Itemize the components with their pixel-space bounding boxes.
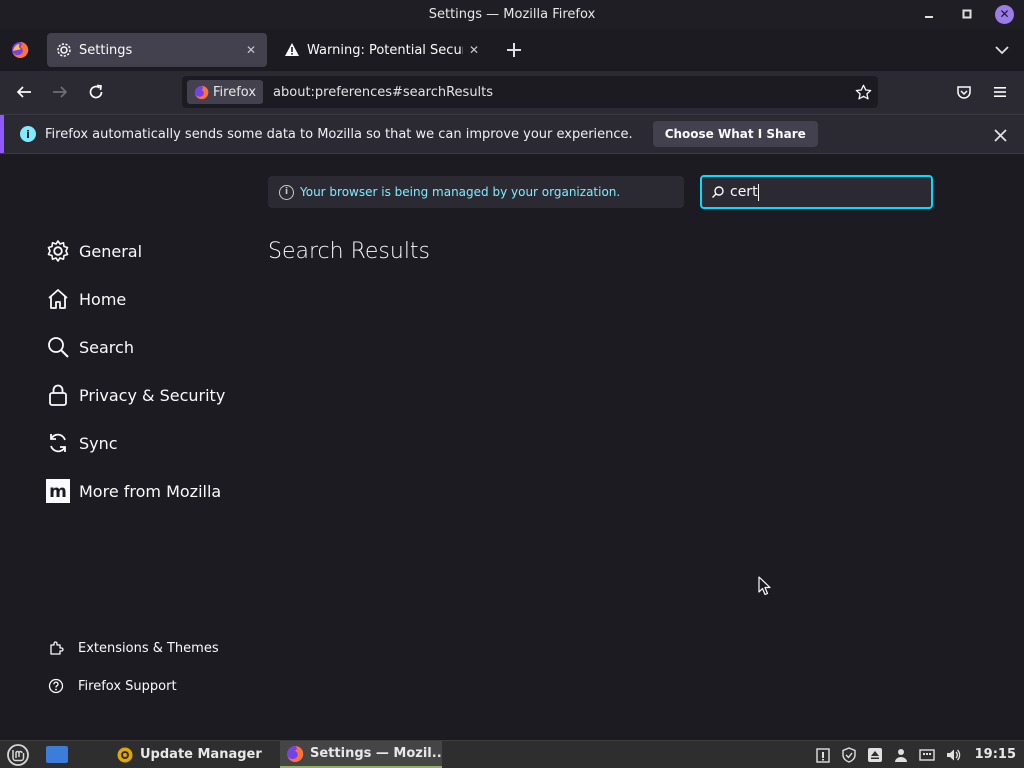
shield-icon[interactable] xyxy=(841,746,857,763)
user-icon[interactable] xyxy=(893,747,909,763)
mouse-cursor-icon xyxy=(758,576,771,596)
close-window-button[interactable]: ✕ xyxy=(995,4,1014,24)
puzzle-icon xyxy=(47,639,65,657)
navigation-toolbar: Firefox about:preferences#searchResults xyxy=(0,71,1024,114)
network-icon[interactable] xyxy=(918,747,935,763)
help-icon xyxy=(47,677,65,695)
tab-bar: Settings ✕ Warning: Potential Security R… xyxy=(0,29,1024,71)
firefox-menu-icon[interactable] xyxy=(11,41,29,59)
hamburger-menu-icon xyxy=(994,87,1006,97)
pocket-icon xyxy=(957,86,971,99)
window-titlebar: Settings — Mozilla Firefox ✕ xyxy=(0,0,1024,29)
minimize-button[interactable] xyxy=(919,4,939,24)
text-caret xyxy=(757,183,759,201)
eject-icon[interactable] xyxy=(867,747,883,763)
warning-icon xyxy=(284,42,300,58)
pocket-button[interactable] xyxy=(953,81,975,103)
tab-label: Settings xyxy=(79,42,133,58)
taskbar-item-firefox[interactable]: Settings — Mozil... xyxy=(280,741,442,768)
notification-text: Firefox automatically sends some data to… xyxy=(45,126,633,142)
category-label: More from Mozilla xyxy=(79,481,222,501)
identity-box[interactable]: Firefox xyxy=(187,80,264,104)
search-icon xyxy=(712,186,724,198)
maximize-icon xyxy=(962,9,972,19)
category-privacy[interactable]: Privacy & Security xyxy=(46,380,225,410)
category-label: Sync xyxy=(79,433,118,453)
footer-link-label: Firefox Support xyxy=(78,678,177,694)
category-home[interactable]: Home xyxy=(46,284,126,314)
extensions-themes-link[interactable]: Extensions & Themes xyxy=(47,637,219,659)
gear-icon xyxy=(56,42,72,58)
arrow-left-icon xyxy=(16,86,31,98)
close-tab-button[interactable]: ✕ xyxy=(463,39,485,61)
forward-button[interactable] xyxy=(49,81,71,103)
window-controls: ✕ xyxy=(919,4,1014,24)
clipboard-icon[interactable] xyxy=(815,747,831,763)
category-label: Home xyxy=(79,289,127,309)
search-input[interactable]: cert xyxy=(730,184,758,200)
close-icon: ✕ xyxy=(999,7,1010,21)
policies-notice-text: Your browser is being managed by your or… xyxy=(300,185,621,199)
clock[interactable]: 19:15 xyxy=(975,747,1016,762)
maximize-button[interactable] xyxy=(957,4,977,24)
close-notification-button[interactable] xyxy=(990,125,1010,145)
app-menu-button[interactable] xyxy=(989,81,1011,103)
reload-button[interactable] xyxy=(85,81,107,103)
new-tab-button[interactable] xyxy=(503,39,525,61)
close-icon xyxy=(993,128,1007,142)
gear-icon xyxy=(46,239,70,263)
reload-icon xyxy=(89,84,103,99)
minimize-icon xyxy=(925,16,933,18)
close-tab-button[interactable]: ✕ xyxy=(240,39,262,61)
home-icon xyxy=(46,287,70,311)
search-results-title: Search Results xyxy=(268,239,431,264)
settings-page: i Your browser is being managed by your … xyxy=(0,155,1024,740)
star-icon xyxy=(855,84,871,100)
notification-accent xyxy=(0,115,4,153)
footer-link-label: Extensions & Themes xyxy=(78,640,219,656)
category-search[interactable]: Search xyxy=(46,332,134,362)
identity-label: Firefox xyxy=(213,84,257,100)
update-manager-icon xyxy=(116,746,134,764)
task-label: Update Manager xyxy=(140,747,262,762)
choose-what-i-share-button[interactable]: Choose What I Share xyxy=(652,121,818,147)
svg-text:m: m xyxy=(49,482,67,502)
system-taskbar: Update Manager Settings — Mozil... 19:15 xyxy=(0,740,1024,768)
task-label: Settings — Mozil... xyxy=(310,746,442,761)
plus-icon xyxy=(507,43,521,57)
window-title: Settings — Mozilla Firefox xyxy=(428,7,596,22)
taskbar-item-update-manager[interactable]: Update Manager xyxy=(110,741,278,768)
firefox-icon xyxy=(286,745,304,763)
tab-label: Warning: Potential Security Risk Ahead xyxy=(307,42,463,58)
settings-search-field[interactable]: cert xyxy=(700,175,933,209)
telemetry-notification-bar: i Firefox automatically sends some data … xyxy=(0,114,1024,154)
sync-icon xyxy=(46,431,70,455)
lock-icon xyxy=(46,383,70,407)
back-button[interactable] xyxy=(13,81,35,103)
arrow-right-icon xyxy=(53,86,68,98)
category-label: General xyxy=(79,241,143,261)
category-label: Search xyxy=(79,337,134,357)
firefox-icon xyxy=(194,85,209,99)
info-icon: i xyxy=(20,126,36,142)
url-text[interactable]: about:preferences#searchResults xyxy=(273,85,848,100)
firefox-support-link[interactable]: Firefox Support xyxy=(47,675,177,697)
tab-settings[interactable]: Settings ✕ xyxy=(47,33,267,67)
chevron-down-icon[interactable] xyxy=(992,40,1012,60)
category-label: Privacy & Security xyxy=(79,385,226,405)
system-tray: 19:15 xyxy=(815,741,1024,768)
tab-warning[interactable]: Warning: Potential Security Risk Ahead ✕ xyxy=(275,33,490,67)
category-general[interactable]: General xyxy=(46,236,142,266)
search-icon xyxy=(46,335,70,359)
policies-notice[interactable]: i Your browser is being managed by your … xyxy=(268,176,684,208)
category-sync[interactable]: Sync xyxy=(46,428,118,458)
info-icon: i xyxy=(279,184,294,200)
mint-menu-icon[interactable] xyxy=(6,744,30,766)
mozilla-icon: m xyxy=(46,479,70,503)
bookmark-star-button[interactable] xyxy=(848,80,878,104)
volume-icon[interactable] xyxy=(945,747,961,763)
category-more-from-mozilla[interactable]: m More from Mozilla xyxy=(46,476,221,506)
show-desktop-button[interactable] xyxy=(46,746,68,763)
url-bar[interactable]: Firefox about:preferences#searchResults xyxy=(182,76,878,108)
